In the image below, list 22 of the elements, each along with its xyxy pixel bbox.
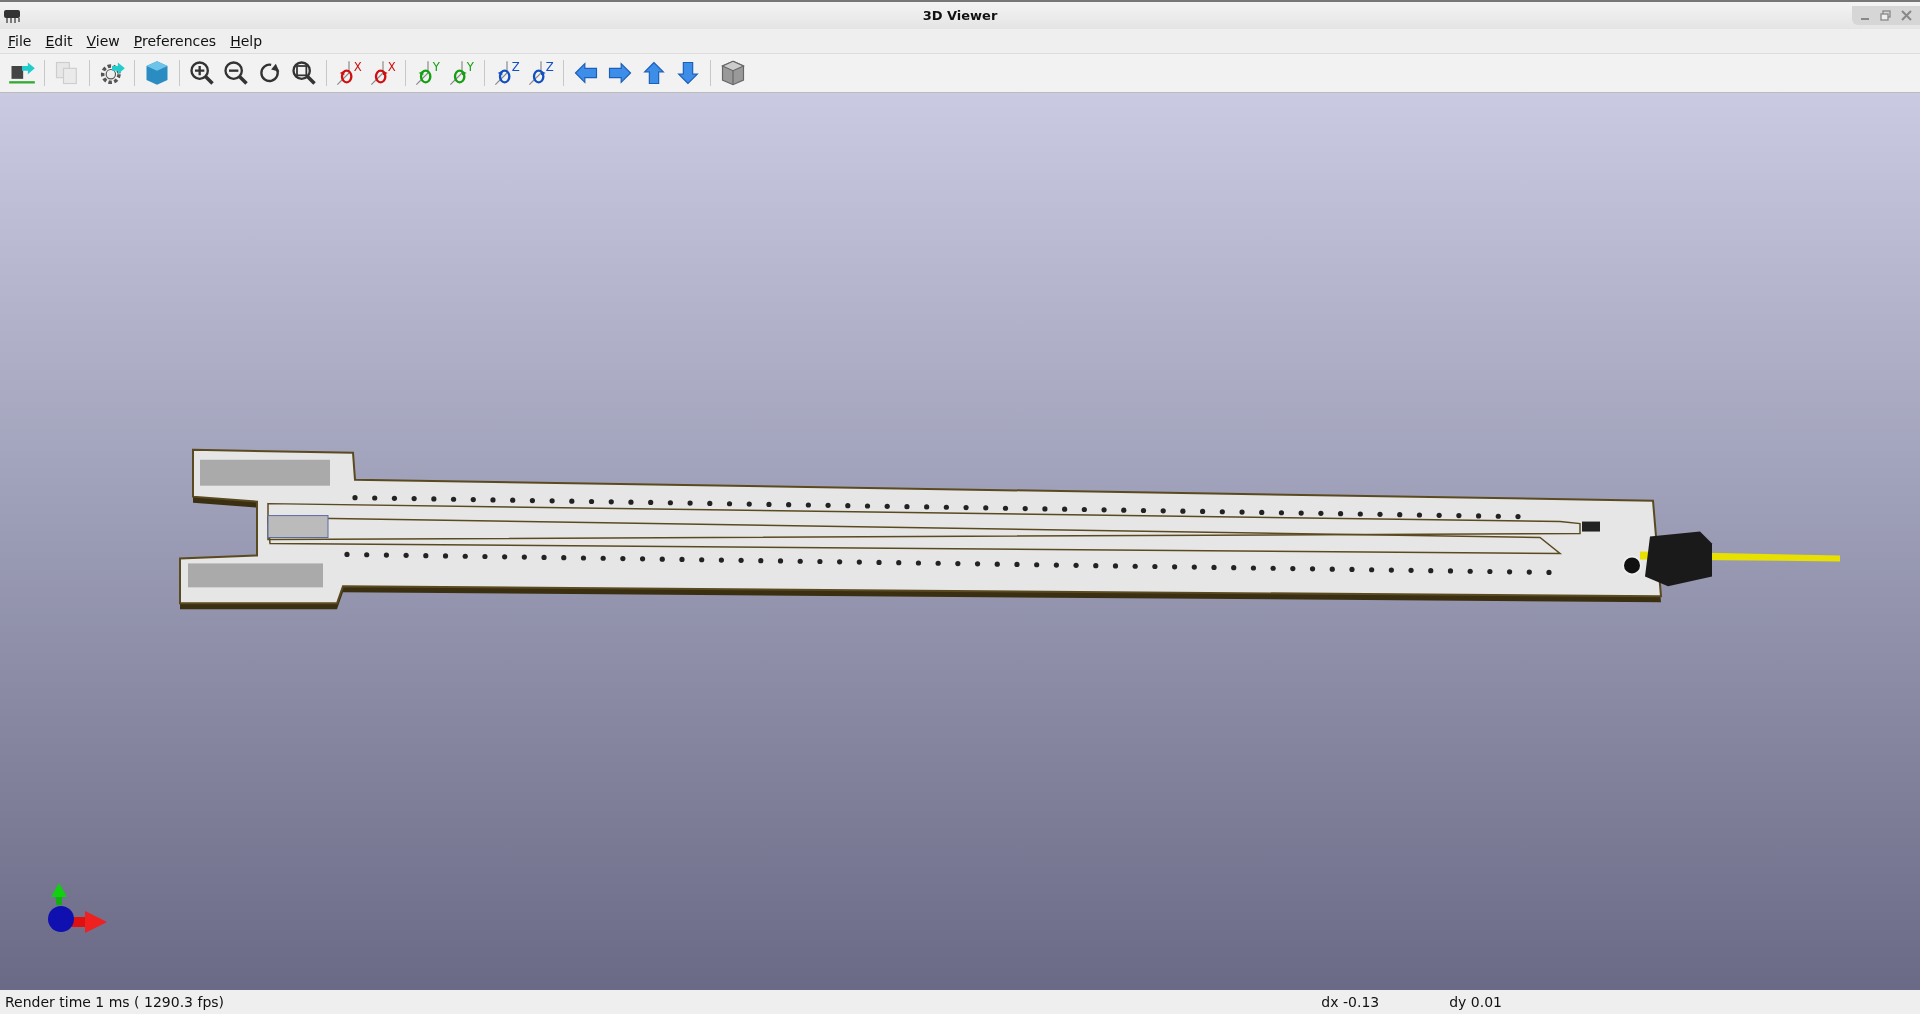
zoom-in-icon: [188, 59, 216, 87]
toolbar-button[interactable]: Y: [412, 57, 444, 89]
toolbar-button[interactable]: X: [333, 57, 365, 89]
toolbar-button[interactable]: Z: [491, 57, 523, 89]
dy-text: dy 0.01: [1449, 994, 1502, 1010]
toolbar-button[interactable]: Y: [446, 57, 478, 89]
3d-viewport[interactable]: [0, 93, 1920, 990]
zoom-fit-icon: [290, 59, 318, 87]
toolbar-button[interactable]: Z: [525, 57, 557, 89]
menu-item[interactable]: Preferences: [133, 33, 217, 49]
menu-item[interactable]: Edit: [45, 33, 73, 49]
window-title: 3D Viewer: [922, 8, 998, 23]
cube-icon: [719, 59, 747, 87]
dx-text: dx -0.13: [1321, 994, 1380, 1010]
chip-icon: [2, 7, 22, 24]
toolbar-button[interactable]: X: [367, 57, 399, 89]
menu-item[interactable]: View: [86, 33, 120, 49]
restore-icon[interactable]: [1880, 10, 1891, 21]
menu-item[interactable]: File: [8, 33, 32, 49]
menu-item[interactable]: Help: [230, 33, 263, 49]
render-time-text: Render time 1 ms ( 1290.3 fps): [5, 994, 225, 1010]
zoom-out-icon: [222, 59, 250, 87]
